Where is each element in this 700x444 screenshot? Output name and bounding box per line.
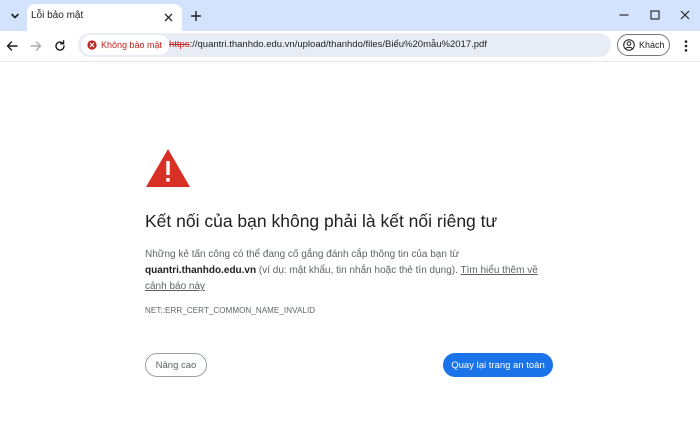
back-to-safety-button[interactable]: Quay lại trang an toàn (443, 353, 553, 377)
reload-button[interactable] (51, 37, 69, 55)
profile-label: Khách (639, 40, 665, 50)
warning-circle-icon (87, 40, 97, 50)
maximize-button[interactable] (645, 6, 665, 24)
new-tab-button[interactable] (187, 7, 205, 25)
back-button[interactable] (3, 37, 21, 55)
url-rest: ://quantri.thanhdo.edu.vn/upload/thanhdo… (189, 39, 487, 50)
window-close-button[interactable] (675, 6, 695, 24)
minimize-icon (619, 14, 629, 16)
desc-domain: quantri.thanhdo.edu.vn (145, 265, 257, 276)
warning-triangle-icon (146, 149, 190, 187)
toolbar: Không bảo mật https://quantri.thanhdo.ed… (0, 31, 700, 62)
advanced-button[interactable]: Nâng cao (145, 353, 207, 377)
reload-icon (55, 40, 65, 51)
url-scheme: https (169, 39, 190, 50)
tab-search-icon (11, 13, 19, 19)
desc-text-before: Những kẻ tấn công có thể đang cố gắng đá… (145, 249, 460, 260)
minimize-button[interactable] (614, 6, 634, 24)
profile-icon (623, 39, 635, 51)
plus-icon (191, 11, 201, 21)
tab-search-button[interactable] (5, 6, 25, 26)
active-tab[interactable]: Lỗi bảo mật (27, 4, 182, 31)
warning-triangle (145, 148, 191, 193)
error-code: NET::ERR_CERT_COMMON_NAME_INVALID (145, 306, 316, 315)
security-chip-label: Không bảo mật (101, 40, 163, 50)
tab-title: Lỗi bảo mật (31, 10, 84, 21)
more-vert-icon (684, 40, 688, 52)
forward-button[interactable] (27, 37, 45, 55)
address-bar[interactable]: Không bảo mật https://quantri.thanhdo.ed… (78, 33, 611, 57)
security-chip[interactable]: Không bảo mật (81, 35, 170, 55)
desc-text-after: (ví dụ: mật khẩu, tin nhắn hoặc thẻ tín … (256, 265, 461, 276)
tab-close-button[interactable] (160, 9, 176, 25)
window-close-icon (680, 10, 690, 20)
back-arrow-icon (6, 41, 18, 51)
close-icon (164, 13, 172, 21)
forward-arrow-icon (30, 41, 42, 51)
page-title: Kết nối của bạn không phải là kết nối ri… (145, 211, 498, 231)
maximize-icon (650, 10, 660, 20)
tab-strip: Lỗi bảo mật (0, 0, 700, 31)
url-text[interactable]: https://quantri.thanhdo.edu.vn/upload/th… (169, 39, 487, 50)
warning-description: Những kẻ tấn công có thể đang cố gắng đá… (145, 247, 555, 295)
menu-button[interactable] (678, 37, 694, 55)
profile-button[interactable]: Khách (617, 34, 670, 56)
